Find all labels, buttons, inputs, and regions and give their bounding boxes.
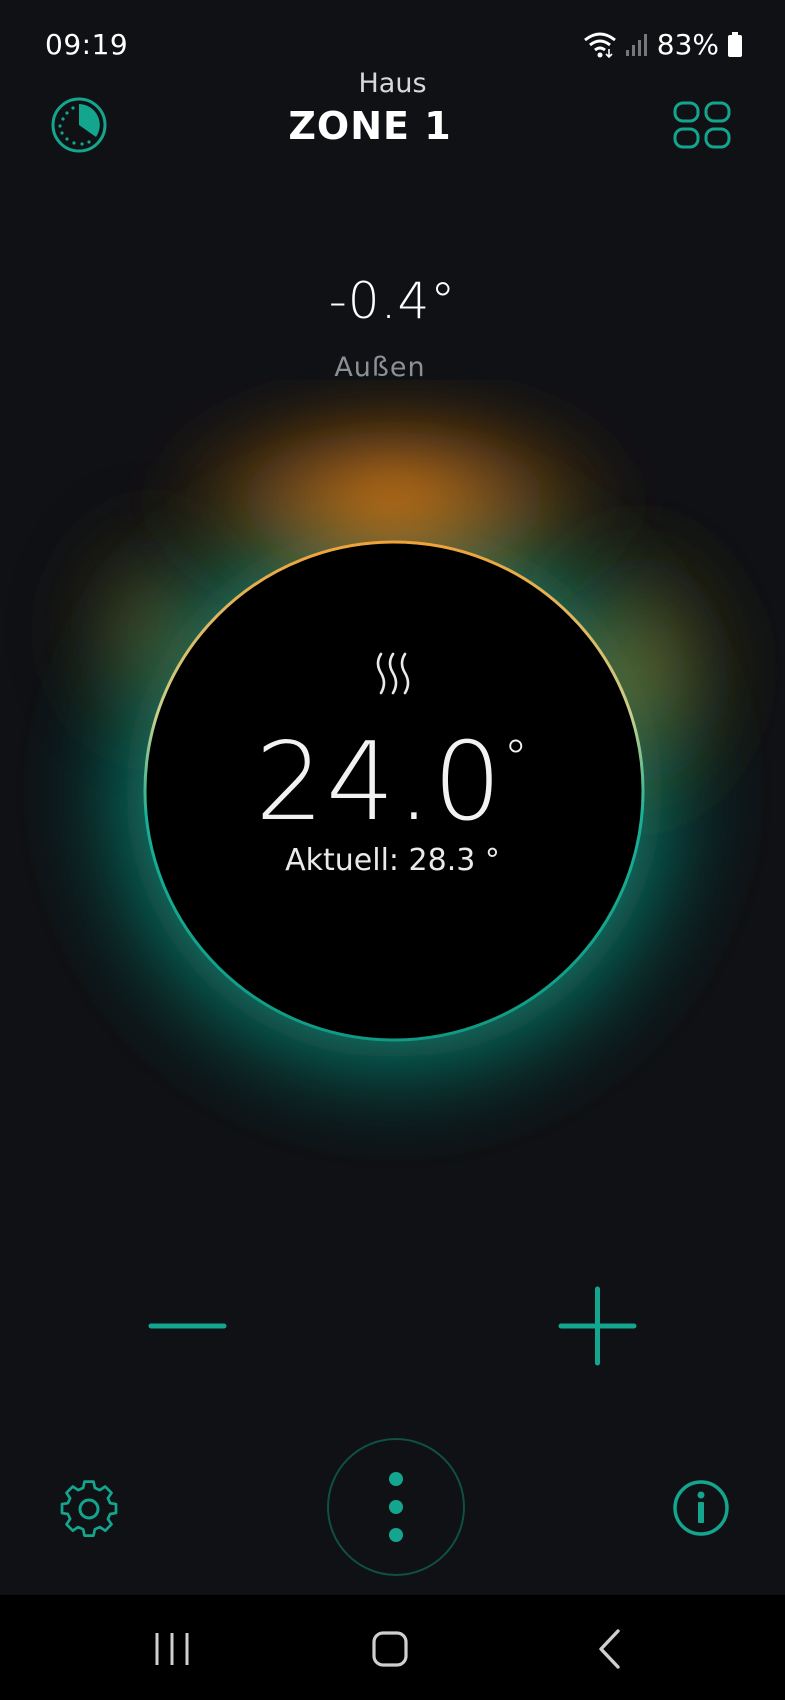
signal-icon xyxy=(625,32,649,58)
gear-icon xyxy=(58,1480,120,1544)
battery-icon xyxy=(727,31,743,58)
home-button[interactable] xyxy=(358,1617,422,1681)
zone-title[interactable]: ZONE 1 xyxy=(0,104,740,148)
heat-waves-icon xyxy=(373,650,413,696)
info-button[interactable] xyxy=(671,1478,731,1538)
back-icon xyxy=(578,1629,642,1685)
settings-button[interactable] xyxy=(58,1478,120,1540)
outside-temperature: -0.4° xyxy=(328,272,457,330)
home-icon xyxy=(358,1631,422,1685)
more-menu-button[interactable] xyxy=(327,1438,465,1576)
wifi-icon xyxy=(583,31,617,59)
minus-icon xyxy=(145,1323,230,1364)
back-button[interactable] xyxy=(578,1617,642,1681)
current-temperature: Aktuell: 28.3 ° xyxy=(285,843,500,878)
setpoint-unit: ° xyxy=(503,730,530,786)
grid-icon xyxy=(672,100,732,154)
info-icon xyxy=(671,1480,731,1542)
system-nav-bar xyxy=(0,1595,785,1700)
thermostat-screen: 09:19 83% Haus ZONE 1 -0.4° Außen 24.0° … xyxy=(0,0,785,1700)
setpoint-temperature: 24.0° xyxy=(0,720,785,845)
recent-apps-button[interactable] xyxy=(140,1617,204,1681)
increase-button[interactable] xyxy=(555,1285,640,1370)
zones-grid-button[interactable] xyxy=(667,92,737,162)
vertical-dots-icon xyxy=(329,1472,463,1578)
plus-icon xyxy=(555,1286,640,1374)
decrease-button[interactable] xyxy=(145,1290,230,1360)
battery-level: 83% xyxy=(656,28,719,61)
outside-label: Außen xyxy=(334,352,426,383)
status-icons: 83% xyxy=(583,28,743,61)
status-time: 09:19 xyxy=(45,28,129,61)
setpoint-value: 24.0 xyxy=(255,720,504,845)
recent-apps-icon xyxy=(140,1633,204,1685)
